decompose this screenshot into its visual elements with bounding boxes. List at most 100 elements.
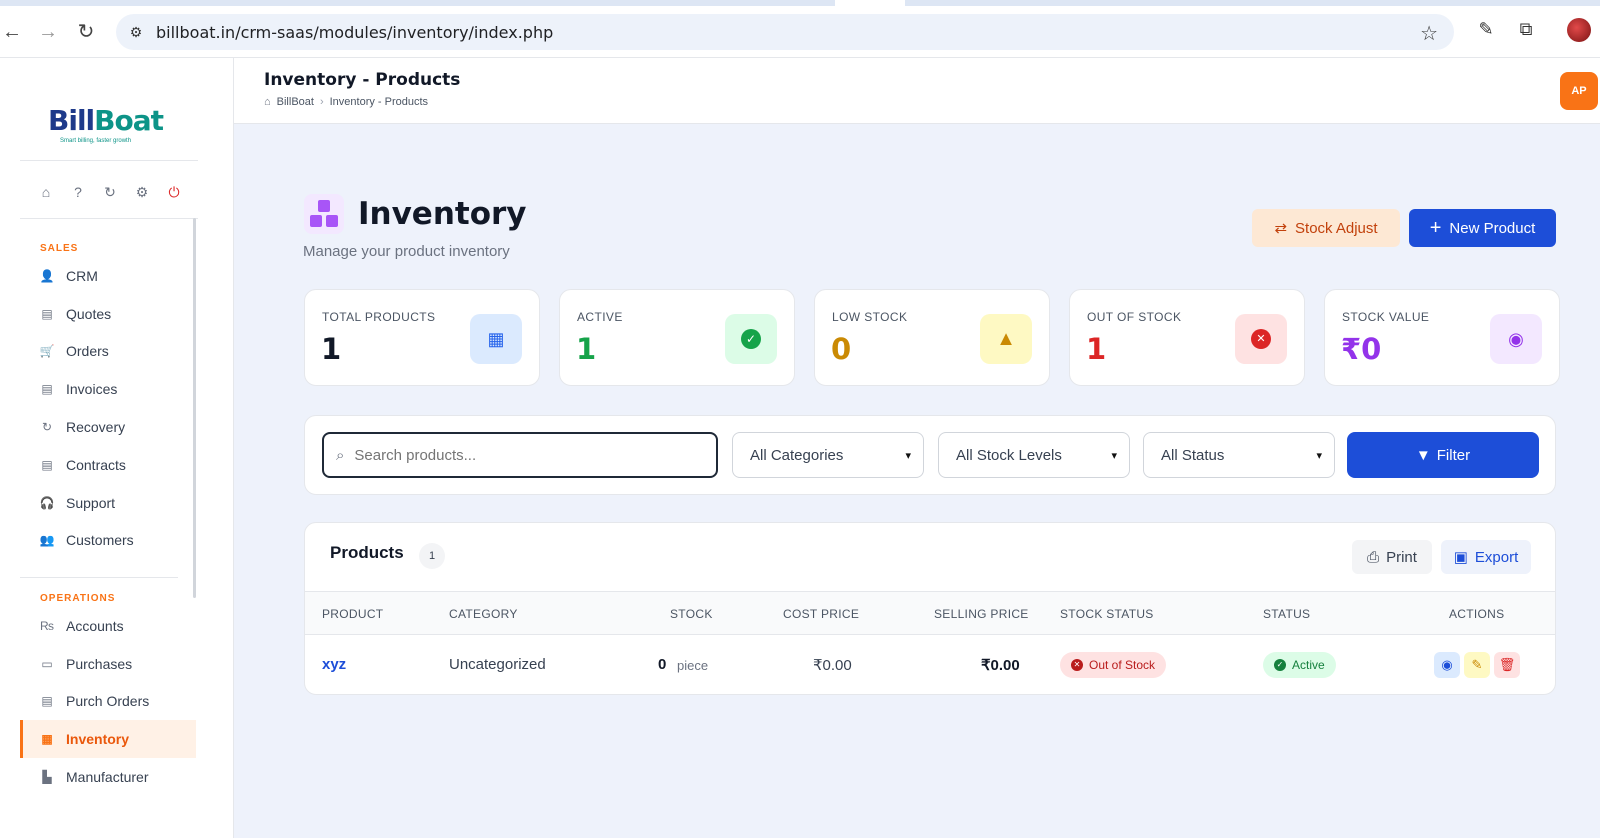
new-product-button[interactable]: + New Product	[1409, 209, 1556, 247]
stat-value: 1	[1086, 332, 1107, 366]
delete-button[interactable]: 🗑	[1494, 652, 1520, 678]
headset-icon: 🎧	[39, 496, 55, 510]
status-select[interactable]: All Status ▾	[1143, 432, 1335, 478]
sidebar-item-label: Inventory	[66, 731, 130, 747]
stat-card-total-products: TOTAL PRODUCTS 1 ▦	[304, 289, 540, 386]
inventory-boxes-icon	[304, 194, 344, 234]
settings-gear-icon[interactable]: ⚙	[132, 182, 152, 202]
column-header-stock-status[interactable]: STOCK STATUS	[1060, 607, 1154, 621]
back-icon[interactable]: ←	[0, 20, 24, 44]
document-icon: ▤	[41, 307, 53, 321]
sidebar-item-accounts[interactable]: ₨ Accounts	[20, 607, 196, 645]
user-avatar[interactable]: AP	[1560, 72, 1598, 110]
stock-status-badge: ✕ Out of Stock	[1060, 652, 1167, 678]
sidebar-item-invoices[interactable]: ▤ Invoices	[20, 370, 196, 408]
reload-icon[interactable]: ↻	[74, 20, 98, 44]
products-title: Products	[330, 543, 404, 562]
sidebar-item-label: Contracts	[66, 457, 126, 473]
print-label: Print	[1386, 548, 1417, 566]
url-text[interactable]: billboat.in/crm-saas/modules/inventory/i…	[156, 23, 553, 42]
sidebar-item-crm[interactable]: 👤 CRM	[20, 257, 196, 295]
stock-level-select[interactable]: All Stock Levels ▾	[938, 432, 1130, 478]
section-title-sales: SALES	[40, 243, 79, 254]
profile-avatar[interactable]	[1567, 18, 1591, 42]
logo[interactable]: BillBoat Smart billing, faster growth	[48, 104, 188, 150]
sidebar-item-customers[interactable]: 👥 Customers	[20, 521, 196, 559]
stock-adjust-button[interactable]: ⇄ Stock Adjust	[1252, 209, 1400, 247]
document-icon: ▤	[41, 694, 53, 708]
breadcrumb-home-link[interactable]: BillBoat	[277, 96, 314, 108]
power-icon[interactable]: ⏻	[164, 182, 184, 202]
column-header-stock[interactable]: STOCK	[670, 607, 713, 621]
funnel-icon: ▼	[1415, 446, 1431, 464]
rupee-icon: ₨	[40, 619, 54, 633]
bookmark-star-icon[interactable]: ☆	[1420, 21, 1438, 46]
products-count-badge: 1	[419, 543, 445, 569]
search-icon: ⌕	[336, 446, 345, 464]
browser-chrome: ← → ↻ ⚙ billboat.in/crm-saas/modules/inv…	[0, 0, 1600, 58]
edit-button[interactable]: ✎	[1464, 652, 1490, 678]
logo-tagline: Smart billing, faster growth	[60, 138, 132, 144]
sidebar-item-label: Recovery	[66, 419, 126, 435]
sidebar-item-label: CRM	[66, 268, 98, 284]
column-header-status[interactable]: STATUS	[1263, 607, 1310, 621]
edit-icon: ✎	[1471, 657, 1483, 672]
refresh-icon[interactable]: ↻	[100, 182, 120, 202]
sidebar-item-label: Purch Orders	[66, 693, 150, 709]
sidebar-item-orders[interactable]: 🛒 Orders	[20, 332, 196, 370]
boxes-icon: ▦	[41, 732, 53, 746]
sidebar-item-inventory[interactable]: ▦ Inventory	[20, 720, 196, 758]
stat-label: LOW STOCK	[832, 310, 908, 324]
stock-level-select-value: All Stock Levels	[956, 446, 1062, 464]
sidebar-item-purchases[interactable]: ▭ Purchases	[20, 645, 196, 683]
forward-icon[interactable]: →	[36, 20, 60, 44]
sidebar-item-label: Accounts	[66, 618, 124, 634]
recovery-icon: ↻	[41, 420, 53, 434]
column-header-selling-price[interactable]: SELLING PRICE	[934, 607, 1029, 621]
category-select[interactable]: All Categories ▾	[732, 432, 924, 478]
search-field[interactable]: ⌕	[322, 432, 718, 478]
chevron-down-icon: ▾	[1111, 449, 1117, 462]
product-stock: 0	[658, 656, 667, 673]
invoice-icon: ▤	[41, 382, 53, 396]
product-name-link[interactable]: xyz	[322, 656, 346, 673]
sidebar-item-quotes[interactable]: ▤ Quotes	[20, 295, 196, 333]
column-header-cost-price[interactable]: COST PRICE	[783, 607, 859, 621]
product-cost-price: ₹0.00	[813, 657, 852, 674]
address-bar[interactable]: ⚙ billboat.in/crm-saas/modules/inventory…	[116, 14, 1454, 50]
quick-actions: ⌂ ? ↻ ⚙ ⏻	[36, 182, 184, 202]
industry-icon: ▙	[42, 770, 52, 784]
sidebar-item-contracts[interactable]: ▤ Contracts	[20, 446, 196, 484]
product-stock-unit: piece	[677, 658, 709, 673]
home-icon: ⌂	[264, 96, 271, 108]
contract-icon: ▤	[41, 458, 53, 472]
stat-label: TOTAL PRODUCTS	[322, 310, 436, 324]
sidebar-item-purch-orders[interactable]: ▤ Purch Orders	[20, 682, 196, 720]
search-input[interactable]	[354, 446, 685, 464]
stat-value: 1	[321, 332, 342, 366]
sidebar-item-recovery[interactable]: ↻ Recovery	[20, 408, 196, 446]
sidebar-item-manufacturer[interactable]: ▙ Manufacturer	[20, 758, 196, 796]
tab-strip	[0, 0, 1600, 6]
filter-button[interactable]: ▼ Filter	[1347, 432, 1539, 478]
view-button[interactable]: ◉	[1434, 652, 1460, 678]
active-tab[interactable]	[835, 0, 905, 6]
stat-value: ₹0	[1341, 332, 1382, 366]
print-button[interactable]: ⎙ Print	[1352, 540, 1432, 574]
home-icon[interactable]: ⌂	[36, 182, 56, 202]
column-header-product[interactable]: PRODUCT	[322, 607, 383, 621]
eyedropper-icon[interactable]: ✎	[1474, 19, 1498, 40]
stat-card-low-stock: LOW STOCK 0 ▲	[814, 289, 1050, 386]
site-settings-icon[interactable]: ⚙	[126, 22, 146, 42]
warning-triangle-icon: ▲	[980, 314, 1032, 364]
export-button[interactable]: ▣ Export	[1441, 540, 1531, 574]
column-header-category[interactable]: CATEGORY	[449, 607, 518, 621]
sidebar-item-label: Manufacturer	[66, 769, 149, 785]
sidebar-item-support[interactable]: 🎧 Support	[20, 484, 196, 522]
product-category: Uncategorized	[449, 656, 546, 673]
help-icon[interactable]: ?	[68, 182, 88, 202]
column-header-actions: ACTIONS	[1449, 607, 1505, 621]
extensions-icon[interactable]: ⧉	[1514, 19, 1538, 40]
stat-label: ACTIVE	[577, 310, 623, 324]
sidebar-item-label: Invoices	[66, 381, 118, 397]
